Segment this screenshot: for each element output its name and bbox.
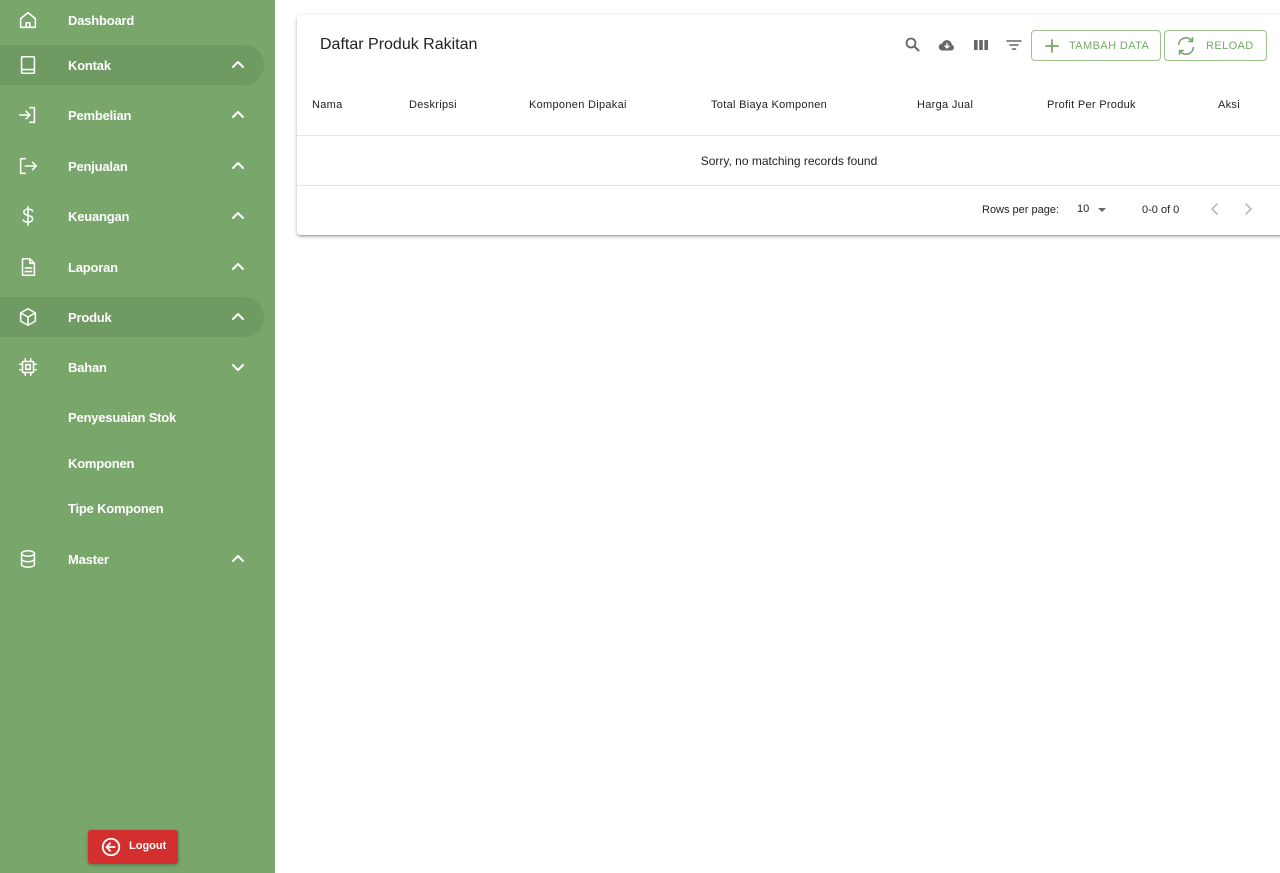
sidebar-item-label: Keuangan xyxy=(68,208,130,224)
sidebar-item-produk[interactable]: Produk xyxy=(0,297,264,337)
sidebar-item-label: Kontak xyxy=(68,57,111,73)
book-icon xyxy=(16,53,40,77)
database-icon xyxy=(16,547,40,571)
sidebar-item-penjualan[interactable]: Penjualan xyxy=(0,146,264,186)
logout-button[interactable]: Logout xyxy=(88,830,178,864)
search-icon[interactable] xyxy=(903,35,923,55)
add-data-button[interactable]: TAMBAH DATA xyxy=(1031,30,1161,61)
sidebar-item-label: Laporan xyxy=(68,259,118,275)
home-icon xyxy=(16,8,40,32)
sidebar-item-laporan[interactable]: Laporan xyxy=(0,247,264,287)
reload-button[interactable]: RELOAD xyxy=(1164,30,1267,61)
dollar-icon xyxy=(16,204,40,228)
reload-label: RELOAD xyxy=(1206,40,1254,52)
column-header-komponen-dipakai[interactable]: Komponen Dipakai xyxy=(529,99,627,111)
divider xyxy=(297,185,1280,186)
sidebar-subitem-label: Penyesuaian Stok xyxy=(68,409,177,425)
logout-label: Logout xyxy=(129,840,167,852)
sidebar: Dashboard Kontak Pembelian Penjualan Keu… xyxy=(0,0,275,873)
chevron-down-icon xyxy=(229,358,247,376)
product-table-card: Daftar Produk Rakitan TAMBAH DATA RELOAD… xyxy=(297,15,1280,235)
sidebar-item-master[interactable]: Master xyxy=(0,539,264,579)
chip-icon xyxy=(16,355,40,379)
chevron-up-icon xyxy=(229,106,247,124)
chevron-up-icon xyxy=(229,157,247,175)
chevron-up-icon xyxy=(229,308,247,326)
sidebar-item-pembelian[interactable]: Pembelian xyxy=(0,95,264,135)
login-icon xyxy=(16,103,40,127)
column-header-profit-per-produk[interactable]: Profit Per Produk xyxy=(1047,99,1136,111)
sidebar-item-label: Dashboard xyxy=(68,12,135,28)
chevron-up-icon xyxy=(229,550,247,568)
empty-table-message: Sorry, no matching records found xyxy=(700,154,878,168)
next-page-icon[interactable] xyxy=(1240,201,1260,221)
sidebar-item-bahan[interactable]: Bahan xyxy=(0,347,264,387)
pagination-range: 0-0 of 0 xyxy=(1142,204,1180,216)
logout-arrow-icon xyxy=(16,154,40,178)
column-header-aksi: Aksi xyxy=(1218,99,1240,111)
chevron-up-icon xyxy=(229,207,247,225)
rows-per-page-label: Rows per page: xyxy=(982,204,1060,216)
document-icon xyxy=(16,255,40,279)
sidebar-item-label: Pembelian xyxy=(68,107,132,123)
page-title: Daftar Produk Rakitan xyxy=(320,36,478,53)
chevron-up-icon xyxy=(229,56,247,74)
divider xyxy=(297,135,1280,136)
cloud-download-icon[interactable] xyxy=(937,35,957,55)
sidebar-item-kontak[interactable]: Kontak xyxy=(0,45,264,85)
sidebar-item-label: Bahan xyxy=(68,359,107,375)
chevron-up-icon xyxy=(229,258,247,276)
sidebar-subitem-label: Tipe Komponen xyxy=(68,500,164,516)
sidebar-subitem-penyesuaian-stok[interactable]: Penyesuaian Stok xyxy=(0,399,264,435)
sidebar-item-label: Master xyxy=(68,551,109,567)
sidebar-subitem-label: Komponen xyxy=(68,455,135,471)
sidebar-item-label: Produk xyxy=(68,309,112,325)
add-data-label: TAMBAH DATA xyxy=(1069,40,1150,52)
column-header-total-biaya-komponen[interactable]: Total Biaya Komponen xyxy=(711,99,827,111)
view-columns-icon[interactable] xyxy=(971,35,991,55)
sidebar-subitem-tipe-komponen[interactable]: Tipe Komponen xyxy=(0,490,264,526)
dropdown-arrow-icon xyxy=(1097,205,1107,218)
sidebar-item-keuangan[interactable]: Keuangan xyxy=(0,196,264,236)
rows-per-page-select[interactable]: 10 xyxy=(1077,203,1106,215)
previous-page-icon[interactable] xyxy=(1207,201,1227,221)
box-icon xyxy=(16,305,40,329)
filter-icon[interactable] xyxy=(1004,35,1024,55)
plus-icon xyxy=(1044,38,1060,54)
column-header-harga-jual[interactable]: Harga Jual xyxy=(917,99,973,111)
column-header-deskripsi[interactable]: Deskripsi xyxy=(409,99,457,111)
refresh-icon xyxy=(1175,35,1197,57)
sidebar-item-dashboard[interactable]: Dashboard xyxy=(0,0,264,40)
sidebar-item-label: Penjualan xyxy=(68,158,128,174)
column-header-nama[interactable]: Nama xyxy=(312,99,343,111)
sidebar-subitem-komponen[interactable]: Komponen xyxy=(0,445,264,481)
rows-per-page-value: 10 xyxy=(1077,203,1090,215)
arrow-left-circle-icon xyxy=(100,836,122,858)
